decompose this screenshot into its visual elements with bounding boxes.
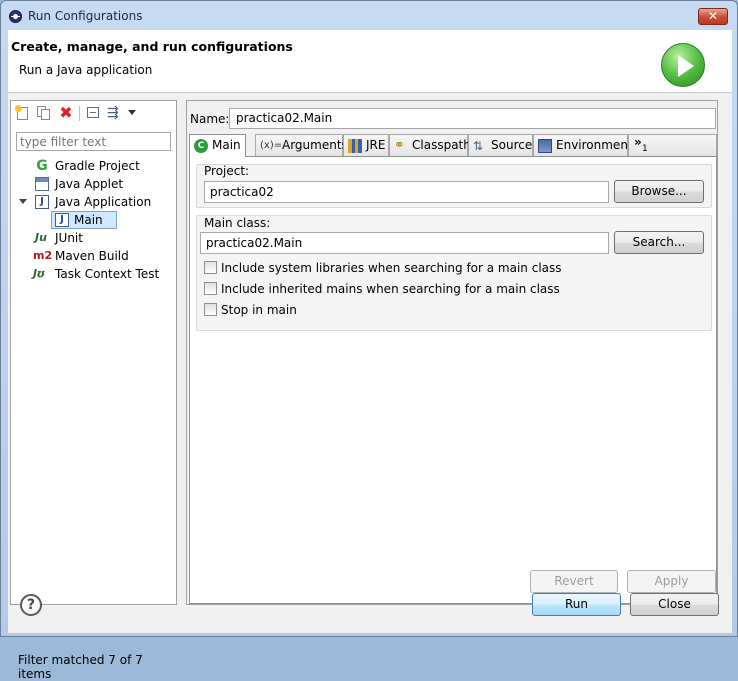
tab-main[interactable]: C Main bbox=[189, 134, 246, 157]
checkbox-label: Include system libraries when searching … bbox=[221, 261, 562, 275]
overflow-chevron-icon: » bbox=[634, 135, 642, 149]
main-tab-panel: Project: practica02 Browse... Main class… bbox=[189, 156, 717, 604]
checkbox-box[interactable] bbox=[204, 303, 217, 316]
checkbox-label: Include inherited mains when searching f… bbox=[221, 282, 560, 296]
tab-label: Classpath bbox=[412, 138, 471, 152]
project-group: Project: practica02 Browse... bbox=[196, 164, 712, 208]
main-class-field[interactable]: practica02.Main bbox=[200, 232, 609, 254]
source-icon: ⇅ bbox=[473, 139, 484, 153]
window-title: Run Configurations bbox=[28, 9, 143, 23]
tab-source[interactable]: ⇅ Source bbox=[468, 134, 533, 156]
project-field[interactable]: practica02 bbox=[204, 181, 609, 203]
run-button[interactable]: Run bbox=[532, 593, 621, 616]
tree-item-label: JUnit bbox=[55, 231, 83, 245]
eclipse-icon bbox=[9, 10, 22, 23]
main-class-icon: C bbox=[194, 139, 208, 153]
junit-icon: Ju bbox=[35, 231, 47, 244]
java-applet-icon bbox=[35, 177, 49, 191]
tree-item-label: Maven Build bbox=[55, 249, 129, 263]
toolbar-separator bbox=[79, 106, 80, 121]
tab-environment[interactable]: Environment bbox=[533, 134, 633, 156]
tree-item-label: Gradle Project bbox=[55, 159, 140, 173]
tree-item-label: Task Context Test bbox=[55, 267, 160, 281]
configuration-list-panel: ✖ ⇶ G Gradle Project Java Applet J bbox=[10, 100, 177, 681]
name-field[interactable]: practica02.Main bbox=[229, 108, 716, 129]
filter-status: Filter matched 7 of 7 items bbox=[18, 653, 143, 681]
tab-classpath[interactable]: ⚭ Classpath bbox=[389, 134, 471, 156]
maven-icon: m2 bbox=[33, 249, 53, 262]
duplicate-configuration-icon[interactable] bbox=[36, 105, 52, 121]
task-context-icon: Jʊ bbox=[33, 267, 46, 280]
main-class-label: Main class: bbox=[204, 216, 271, 230]
tree-item-java-applet[interactable]: Java Applet bbox=[11, 175, 176, 193]
filter-configurations-icon[interactable]: ⇶ bbox=[107, 105, 123, 121]
run-configurations-window: Run Configurations ✕ Create, manage, and… bbox=[0, 0, 738, 681]
classpath-icon: ⚭ bbox=[394, 138, 405, 153]
tab-label: Main bbox=[212, 138, 241, 152]
tree-item-label: Java Applet bbox=[55, 177, 124, 191]
tab-jre[interactable]: JRE bbox=[343, 134, 389, 156]
window-close-button[interactable]: ✕ bbox=[698, 8, 728, 25]
delete-configuration-icon[interactable]: ✖ bbox=[58, 105, 74, 121]
search-button[interactable]: Search... bbox=[614, 231, 704, 254]
checkbox-box[interactable] bbox=[204, 282, 217, 295]
tab-arguments[interactable]: (x)= Arguments bbox=[255, 134, 348, 156]
tab-label: Environment bbox=[556, 138, 633, 152]
environment-icon bbox=[538, 139, 552, 153]
filter-dropdown-icon[interactable] bbox=[128, 110, 136, 115]
dialog-subtitle: Run a Java application bbox=[19, 63, 153, 77]
configuration-editor-panel: Name: practica02.Main C Main (x)= Argume… bbox=[186, 100, 718, 605]
apply-button[interactable]: Apply bbox=[627, 570, 716, 593]
expand-arrow-icon[interactable] bbox=[19, 199, 27, 204]
new-configuration-icon[interactable] bbox=[15, 105, 31, 121]
tree-item-maven-build[interactable]: m2 Maven Build bbox=[11, 247, 176, 265]
name-label: Name: bbox=[190, 112, 230, 126]
help-icon[interactable]: ? bbox=[20, 594, 42, 616]
tab-label: JRE bbox=[366, 138, 386, 152]
arguments-icon: (x)= bbox=[260, 140, 283, 151]
filter-input[interactable] bbox=[16, 132, 171, 151]
dialog-header: Create, manage, and run configurations R… bbox=[8, 30, 732, 93]
gradle-icon: G bbox=[36, 158, 48, 174]
close-button[interactable]: Close bbox=[630, 593, 719, 616]
title-bar: Run Configurations ✕ bbox=[1, 1, 737, 31]
tree-item-java-application[interactable]: J Java Application bbox=[11, 193, 176, 211]
jre-icon bbox=[348, 139, 362, 153]
tab-overflow[interactable]: » 1 bbox=[628, 134, 717, 156]
tree-item-junit[interactable]: Ju JUnit bbox=[11, 229, 176, 247]
browse-button[interactable]: Browse... bbox=[614, 180, 704, 203]
tree-item-label: Main bbox=[74, 213, 103, 227]
tree-item-main[interactable]: J Main bbox=[11, 211, 176, 229]
revert-button[interactable]: Revert bbox=[530, 570, 618, 593]
tree-item-label: Java Application bbox=[55, 195, 152, 209]
dialog-client-area: Create, manage, and run configurations R… bbox=[8, 30, 732, 681]
tab-label: Arguments bbox=[282, 138, 348, 152]
java-application-icon: J bbox=[55, 213, 69, 227]
checkbox-label: Stop in main bbox=[221, 303, 297, 317]
dialog-title: Create, manage, and run configurations bbox=[11, 39, 293, 54]
configuration-tabs: C Main (x)= Arguments JRE ⚭ Classpath ⇅ bbox=[189, 134, 717, 157]
java-application-icon: J bbox=[35, 195, 49, 209]
collapse-all-icon[interactable] bbox=[85, 105, 101, 121]
project-label: Project: bbox=[204, 164, 250, 178]
tree-item-task-context-test[interactable]: Jʊ Task Context Test bbox=[11, 265, 176, 283]
tree-item-gradle-project[interactable]: G Gradle Project bbox=[11, 157, 176, 175]
main-class-group: Main class: practica02.Main Search... In… bbox=[196, 215, 712, 331]
checkbox-box[interactable] bbox=[204, 261, 217, 274]
run-icon bbox=[661, 43, 705, 87]
tab-label: Source bbox=[491, 138, 533, 152]
